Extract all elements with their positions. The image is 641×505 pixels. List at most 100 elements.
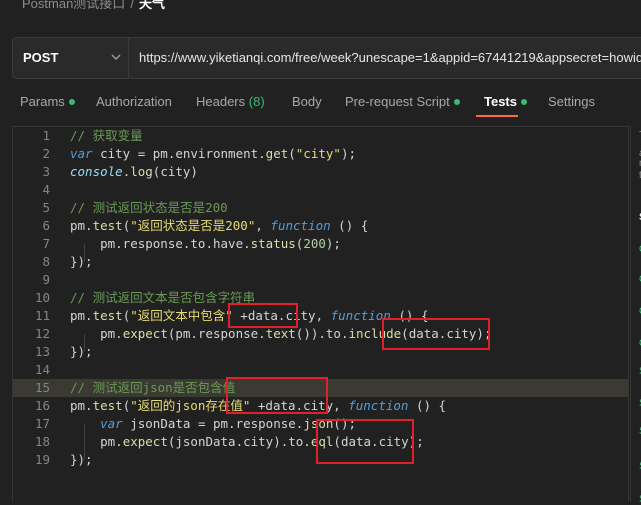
method-label: POST	[23, 50, 59, 65]
tab-settings[interactable]: Settings	[548, 94, 595, 109]
method-select[interactable]: POST	[13, 38, 129, 78]
tab-label: Authorization	[96, 94, 172, 109]
code-token: var	[70, 146, 93, 161]
code-token: test	[92, 308, 123, 323]
code-text: var jsonData = pm.response.json();	[70, 415, 356, 433]
code-token: test	[92, 398, 123, 413]
code-text: var city = pm.environment.get("city");	[70, 145, 356, 163]
code-token: (city)	[152, 164, 198, 179]
code-token: ()).to.	[295, 326, 349, 341]
code-text: // 获取变量	[70, 127, 143, 145]
tab-indicator-dot	[453, 98, 460, 105]
code-token: });	[70, 344, 93, 359]
code-token: (	[288, 146, 296, 161]
code-token: function	[348, 398, 409, 413]
code-token: // 测试返回json是否包含值	[70, 380, 236, 395]
tab-headers[interactable]: Headers (8)	[196, 94, 265, 109]
code-token: pm.	[70, 326, 123, 341]
code-line[interactable]: 5 // 测试返回状态是否是200	[13, 199, 628, 217]
code-line[interactable]: 9	[13, 271, 628, 289]
annotation-box	[382, 318, 490, 350]
request-name[interactable]: 天气	[139, 0, 165, 11]
code-line[interactable]: 1 // 获取变量	[13, 127, 628, 145]
code-token: );	[340, 146, 356, 161]
code-token: log	[130, 164, 153, 179]
code-text: pm.test("返回状态是否是200", function () {	[70, 217, 368, 235]
code-line[interactable]: 11 pm.test("返回文本中包含" +data.city, function…	[13, 307, 628, 325]
request-tabs: Params Authorization Headers (8) Body Pr…	[0, 88, 641, 118]
line-number: 10	[34, 290, 50, 305]
code-token: text	[265, 326, 296, 341]
code-text: });	[70, 451, 93, 469]
code-token: status	[250, 236, 296, 251]
code-token: (jsonData.city).to.	[167, 434, 311, 449]
code-token: pm.	[70, 308, 93, 323]
code-text: });	[70, 253, 93, 271]
code-line[interactable]: 6 pm.test("返回状态是否是200", function () {	[13, 217, 628, 235]
breadcrumb-parent[interactable]: Postman测试接口	[22, 0, 125, 11]
code-token: () {	[330, 218, 369, 233]
code-token: test	[92, 218, 123, 233]
tab-label: Headers	[196, 94, 246, 109]
line-number: 9	[42, 272, 50, 287]
code-token: });	[70, 452, 93, 467]
code-line[interactable]: 13});	[13, 343, 628, 361]
annotation-box	[226, 377, 328, 414]
line-number: 5	[42, 200, 50, 215]
code-token: pm.	[70, 434, 123, 449]
code-token: ,	[255, 218, 271, 233]
url-input[interactable]: https://www.yiketianqi.com/free/week?une…	[139, 50, 641, 65]
breadcrumb: Postman测试接口 / 天气	[0, 0, 641, 15]
tab-indicator-dot	[68, 98, 75, 105]
tab-label: Pre-request Script	[345, 94, 450, 109]
code-token: pm.	[70, 398, 93, 413]
code-token: // 获取变量	[70, 128, 143, 143]
line-number: 7	[42, 236, 50, 251]
code-text: // 测试返回状态是否是200	[70, 199, 228, 217]
tab-pre-request-script[interactable]: Pre-request Script	[345, 94, 460, 109]
code-token: });	[70, 254, 93, 269]
request-bar: POST https://www.yiketianqi.com/free/wee…	[12, 37, 641, 79]
line-number: 11	[34, 308, 50, 323]
code-token: pm.response.to.have.	[70, 236, 251, 251]
line-number: 1	[42, 128, 50, 143]
code-token: var	[100, 416, 123, 431]
snippets-panel: TartSGGGGSSSSS	[630, 126, 641, 505]
line-number: 14	[34, 362, 50, 377]
code-token: city = pm.environment.	[92, 146, 266, 161]
line-number: 16	[34, 398, 50, 413]
tab-authorization[interactable]: Authorization	[96, 94, 172, 109]
tab-label: Body	[292, 94, 322, 109]
code-token: "返回状态是否是200"	[130, 218, 256, 233]
line-number: 18	[34, 434, 50, 449]
tab-tests[interactable]: Tests	[484, 94, 527, 109]
annotation-box	[316, 419, 414, 464]
code-token: (pm.response.	[167, 326, 266, 341]
line-number: 6	[42, 218, 50, 233]
tab-label: Params	[20, 94, 65, 109]
code-line[interactable]: 3 console.log(city)	[13, 163, 628, 181]
line-number: 2	[42, 146, 50, 161]
code-token: get	[265, 146, 289, 161]
code-token: function	[270, 218, 331, 233]
code-token: "返回文本中包含"	[130, 308, 233, 323]
code-line[interactable]: 10// 测试返回文本是否包含字符串	[13, 289, 628, 307]
tab-params[interactable]: Params	[20, 94, 75, 109]
code-text: });	[70, 343, 93, 361]
line-number: 3	[42, 164, 50, 179]
code-token: 200	[303, 236, 326, 251]
code-line[interactable]: 7 pm.response.to.have.status(200);	[13, 235, 628, 253]
code-line[interactable]: 2 var city = pm.environment.get("city");	[13, 145, 628, 163]
tab-label: Tests	[484, 94, 517, 109]
code-line[interactable]: 12 pm.expect(pm.response.text()).to.incl…	[13, 325, 628, 343]
tab-body[interactable]: Body	[292, 94, 322, 109]
tab-label: Settings	[548, 94, 595, 109]
line-number: 13	[34, 344, 50, 359]
code-token: () {	[408, 398, 447, 413]
code-line[interactable]: 4	[13, 181, 628, 199]
line-number: 4	[42, 182, 50, 197]
line-number: 15	[34, 380, 50, 395]
line-number: 12	[34, 326, 50, 341]
code-token: );	[325, 236, 341, 251]
code-line[interactable]: 8});	[13, 253, 628, 271]
